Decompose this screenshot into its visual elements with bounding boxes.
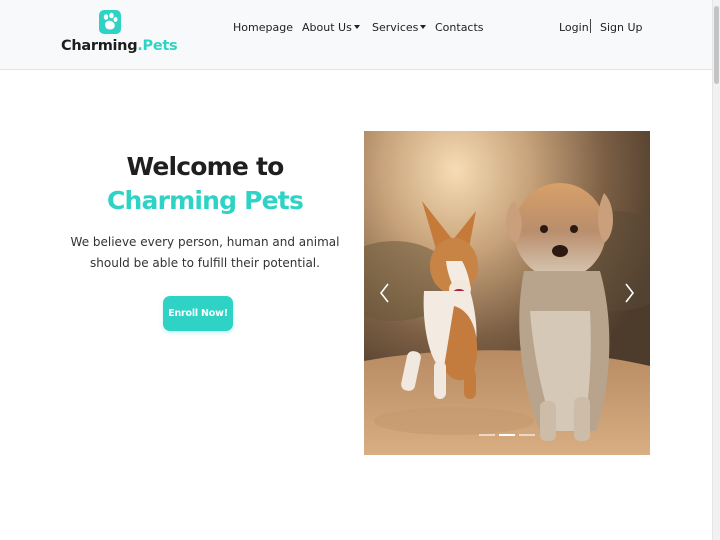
- carousel-indicators: [479, 434, 535, 438]
- corgi-and-terrier-photo: [364, 131, 650, 455]
- caret-down-icon: [420, 25, 427, 29]
- carousel-indicator[interactable]: [479, 434, 495, 436]
- chevron-left-icon[interactable]: [376, 281, 394, 305]
- hero-carousel: [364, 131, 650, 455]
- scrollbar-thumb[interactable]: [714, 6, 719, 84]
- page-scrollbar[interactable]: [712, 0, 720, 540]
- nav-about-us[interactable]: About Us: [302, 21, 360, 34]
- brand-name: Charming.Pets: [61, 38, 178, 54]
- login-link[interactable]: Login: [559, 21, 589, 34]
- brand-logo[interactable]: Charming.Pets: [61, 8, 178, 60]
- nav-services[interactable]: Services: [372, 21, 427, 34]
- paw-icon: [99, 10, 121, 34]
- caret-down-icon: [353, 25, 360, 29]
- carousel-indicator[interactable]: [519, 434, 535, 436]
- hero-title: Welcome to Charming Pets: [106, 152, 304, 215]
- auth-divider: [590, 19, 591, 33]
- signup-link[interactable]: Sign Up: [600, 21, 643, 34]
- enroll-now-button[interactable]: Enroll Now!: [163, 296, 233, 331]
- chevron-right-icon[interactable]: [620, 281, 638, 305]
- nav-contacts[interactable]: Contacts: [435, 21, 484, 34]
- nav-homepage[interactable]: Homepage: [233, 21, 293, 34]
- hero-subtitle: We believe every person, human and anima…: [70, 235, 340, 270]
- site-header: Charming.Pets Homepage About Us Services…: [0, 0, 712, 70]
- carousel-indicator-active[interactable]: [499, 434, 515, 436]
